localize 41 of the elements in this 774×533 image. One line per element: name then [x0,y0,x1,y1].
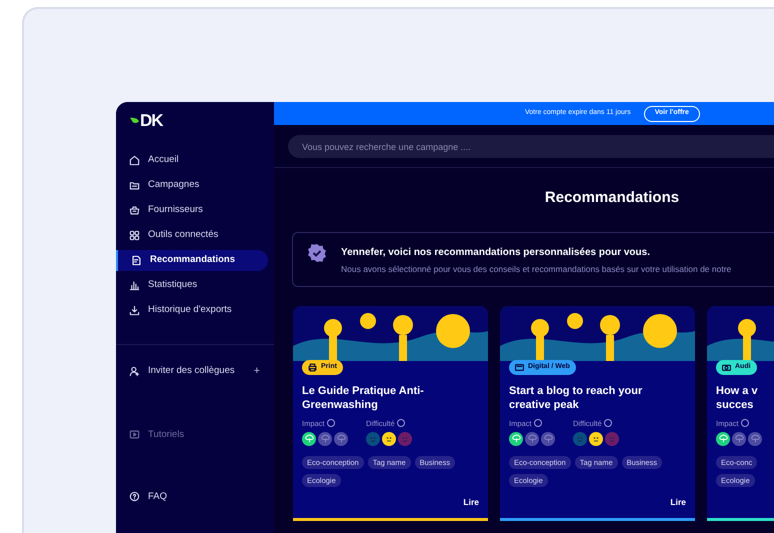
search-field[interactable]: Vous pouvez recherche une campagne .... [288,135,774,158]
document-icon [131,255,142,266]
read-link[interactable]: Lire [463,496,479,508]
bar-chart-icon [129,280,140,291]
sidebar-item[interactable]: Campagnes [116,175,268,196]
sidebar-item[interactable]: Statistiques [116,275,268,296]
info-icon[interactable] [604,419,612,428]
cartoon-illustration [707,306,774,360]
read-link[interactable]: Lire [670,496,686,508]
printer-icon [308,362,317,372]
info-icon[interactable] [326,419,335,428]
camera-icon [722,362,731,372]
card-title: Le Guide Pratique Anti-Greenwashing [302,384,425,412]
logo[interactable]: DK [140,112,163,128]
add-button[interactable]: + [254,363,260,380]
sidebar-item[interactable]: Fournisseurs [116,200,268,221]
card-title: How a v succes [716,384,759,412]
help-icon [129,491,140,502]
folder-icon [129,180,140,191]
basket-icon [129,205,140,216]
sidebar-item[interactable]: Historique d'exports [116,300,268,321]
info-icon[interactable] [396,419,405,428]
sidebar-item[interactable]: FAQ [116,490,274,504]
page-title: Recommandations [544,188,680,208]
browser-window-icon [515,362,524,372]
sidebar-item[interactable]: Recommandations [116,250,268,271]
add-user-icon [129,366,140,377]
leaf-icon [130,116,139,124]
invite-colleagues-link[interactable]: Inviter des collègues [129,364,254,378]
download-icon [129,305,140,316]
info-icon[interactable] [534,419,542,428]
info-icon[interactable] [740,419,749,428]
card-title: Start a blog to reach your creative peak [509,384,644,412]
play-icon [129,429,140,440]
sidebar-item[interactable]: Outils connectés [116,225,268,246]
banner-title: Yennefer, voici nos recommandations personnalisées pour vous. [341,246,651,260]
home-icon [129,155,140,166]
banner-text: Nous avons sélectionné pour vous des conseils et recommandations basés sur votre utilisation de notre [341,262,732,276]
verified-badge-icon [307,242,327,262]
sidebar-item[interactable]: Accueil [116,150,268,171]
grid-icon [129,230,140,241]
